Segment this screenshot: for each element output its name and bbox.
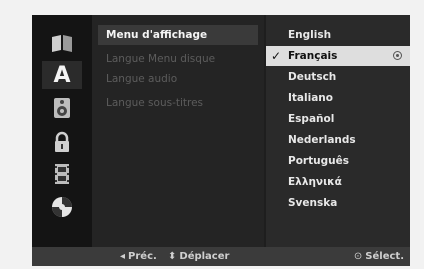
move-label: Déplacer	[179, 251, 230, 262]
setup-menu: A Menu d'affichage Langue Menu disque La…	[32, 15, 410, 247]
menu-item-subtitle-language[interactable]: Langue sous-titres	[98, 93, 258, 113]
disc-menu-icon[interactable]	[42, 29, 82, 57]
language-option[interactable]: Español	[266, 109, 410, 129]
category-sidebar: A	[32, 15, 92, 247]
language-option-selected[interactable]: ✓ Français	[266, 46, 410, 66]
settings-list: Menu d'affichage Langue Menu disque Lang…	[92, 15, 264, 247]
select-button-icon	[393, 51, 402, 60]
language-option[interactable]: Italiano	[266, 88, 410, 108]
previous-label: Préc.	[128, 251, 157, 262]
menu-item-audio-language[interactable]: Langue audio	[98, 69, 258, 89]
audio-icon[interactable]	[42, 94, 82, 122]
up-down-arrow-icon: ⬍	[168, 251, 177, 262]
check-icon: ✓	[271, 49, 282, 63]
others-icon[interactable]	[42, 193, 82, 221]
language-option[interactable]: Ελληνικά	[266, 172, 410, 192]
language-icon[interactable]: A	[42, 61, 82, 89]
left-arrow-icon: ◂	[120, 251, 126, 262]
move-hint: ⬍ Déplacer	[168, 247, 229, 266]
previous-hint: ◂ Préc.	[120, 247, 157, 266]
enter-icon: ⊙	[353, 251, 363, 262]
language-option[interactable]: English	[266, 25, 410, 45]
language-option[interactable]: Deutsch	[266, 67, 410, 87]
select-hint: ⊙ Sélect.	[354, 247, 404, 266]
language-letter: A	[53, 62, 71, 88]
language-label: Français	[288, 50, 338, 62]
recording-icon[interactable]	[42, 160, 82, 188]
language-option[interactable]: Nederlands	[266, 130, 410, 150]
language-option[interactable]: Português	[266, 151, 410, 171]
menu-item-display-menu[interactable]: Menu d'affichage	[98, 25, 258, 45]
select-label: Sélect.	[365, 251, 404, 262]
language-option[interactable]: Svenska	[266, 193, 410, 213]
menu-item-disc-menu-language[interactable]: Langue Menu disque	[98, 49, 258, 69]
lock-icon[interactable]	[42, 128, 82, 156]
button-guide-bar: ◂ Préc. ⬍ Déplacer ⊙ Sélect.	[32, 247, 410, 266]
language-options: English ✓ Français Deutsch Italiano Espa…	[266, 15, 410, 247]
